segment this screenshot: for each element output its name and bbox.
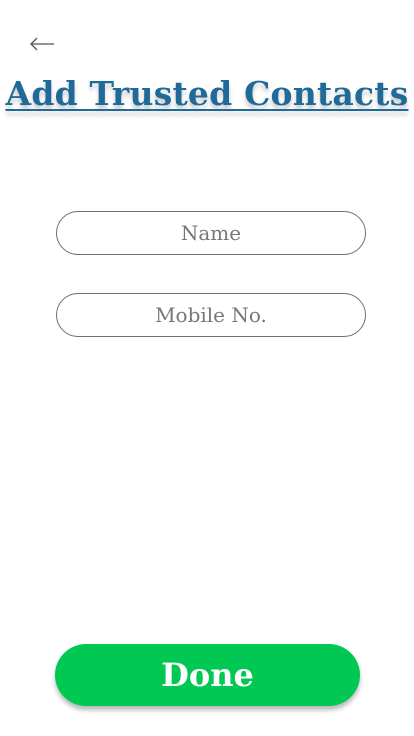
- page-title: Add Trusted Contacts: [5, 74, 409, 113]
- done-button[interactable]: Done: [55, 644, 360, 706]
- name-input[interactable]: [56, 211, 366, 255]
- mobile-number-input[interactable]: [56, 293, 366, 337]
- back-button[interactable]: [26, 32, 58, 56]
- arrow-left-icon: [30, 37, 54, 51]
